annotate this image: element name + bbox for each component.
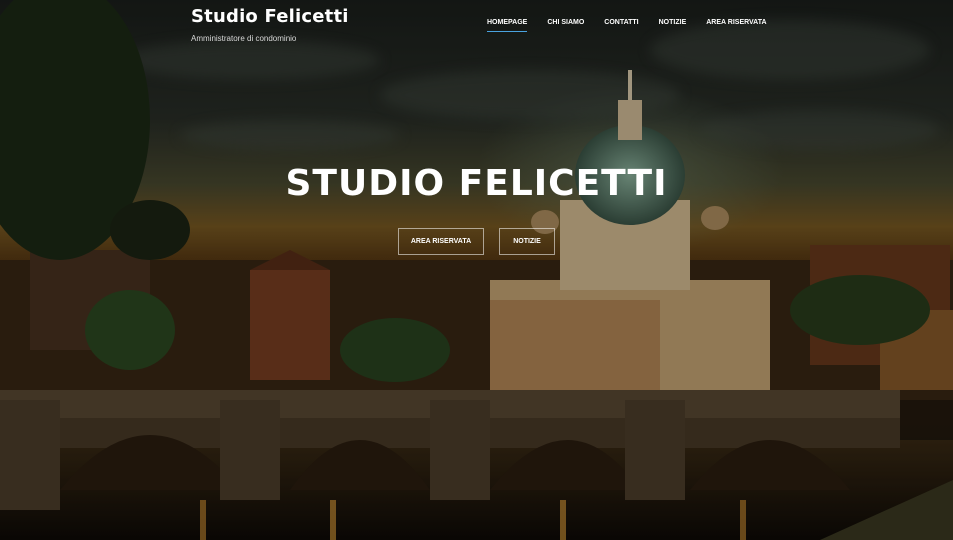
notizie-button[interactable]: NOTIZIE <box>499 228 555 255</box>
main-navigation: HOMEPAGE CHI SIAMO CONTATTI NOTIZIE AREA… <box>487 19 767 32</box>
nav-item-contatti[interactable]: CONTATTI <box>604 19 638 32</box>
nav-item-area-riservata[interactable]: AREA RISERVATA <box>706 19 766 32</box>
nav-item-homepage[interactable]: HOMEPAGE <box>487 19 528 32</box>
area-riservata-button[interactable]: AREA RISERVATA <box>398 228 484 255</box>
hero-background <box>0 0 953 540</box>
site-tagline: Amministratore di condominio <box>191 34 297 43</box>
nav-item-notizie[interactable]: NOTIZIE <box>659 19 687 32</box>
site-title[interactable]: Studio Felicetti <box>191 6 349 27</box>
nav-item-chi-siamo[interactable]: CHI SIAMO <box>547 19 584 32</box>
hero-heading: STUDIO FELICETTI <box>285 163 668 204</box>
